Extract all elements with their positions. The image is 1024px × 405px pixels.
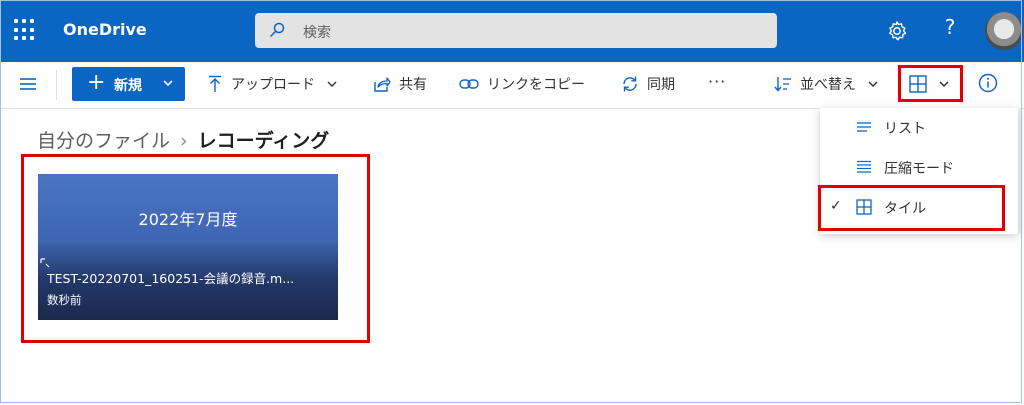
menu-item-compact[interactable]: 圧縮モード bbox=[820, 148, 1018, 186]
compact-list-icon bbox=[857, 160, 871, 173]
breadcrumb-root[interactable]: 自分のファイル bbox=[37, 130, 170, 152]
app-title[interactable]: OneDrive bbox=[63, 20, 147, 39]
new-button[interactable]: + 新規 bbox=[72, 67, 185, 101]
list-icon bbox=[857, 122, 871, 132]
sort-button[interactable]: 並べ替え bbox=[774, 74, 878, 94]
menu-item-list[interactable]: リスト bbox=[820, 108, 1018, 146]
copy-link-label: リンクをコピー bbox=[487, 77, 585, 93]
search-box[interactable]: 検索 bbox=[255, 13, 777, 48]
copy-link-button[interactable]: リンクをコピー bbox=[459, 74, 585, 94]
search-placeholder: 検索 bbox=[303, 25, 331, 41]
help-icon[interactable]: ? bbox=[938, 15, 962, 39]
sync-button[interactable]: 同期 bbox=[621, 74, 675, 94]
breadcrumb-current: レコーディング bbox=[197, 130, 330, 152]
upload-label: アップロード bbox=[231, 77, 315, 93]
breadcrumb: 自分のファイル › レコーディング bbox=[37, 126, 329, 153]
breadcrumb-separator: › bbox=[180, 130, 188, 152]
share-icon bbox=[374, 77, 391, 92]
link-icon bbox=[459, 79, 479, 89]
menu-item-label: リスト bbox=[884, 121, 926, 137]
share-button[interactable]: 共有 bbox=[373, 74, 427, 94]
tiles-icon bbox=[909, 75, 927, 93]
sort-label: 並べ替え bbox=[800, 77, 856, 93]
highlight-box bbox=[21, 154, 370, 343]
chevron-down-icon bbox=[327, 81, 337, 87]
avatar[interactable] bbox=[985, 12, 1023, 50]
suite-bar: OneDrive 検索 ? bbox=[0, 0, 1024, 62]
chevron-down-icon bbox=[868, 81, 878, 87]
upload-icon bbox=[209, 75, 221, 92]
sort-icon bbox=[774, 77, 791, 92]
highlight-box bbox=[818, 185, 1005, 231]
hamburger-icon[interactable] bbox=[18, 74, 38, 94]
search-icon bbox=[269, 22, 285, 38]
chevron-down-icon bbox=[939, 81, 949, 88]
info-icon[interactable] bbox=[978, 73, 998, 93]
view-options-button[interactable] bbox=[898, 65, 963, 102]
divider bbox=[56, 70, 57, 100]
app-launcher-icon[interactable] bbox=[14, 19, 36, 41]
share-label: 共有 bbox=[399, 77, 427, 93]
new-button-label: 新規 bbox=[114, 78, 142, 94]
sync-icon bbox=[623, 76, 637, 92]
more-button[interactable]: ··· bbox=[708, 72, 726, 91]
chevron-down-icon bbox=[163, 80, 173, 87]
plus-icon: + bbox=[87, 70, 106, 95]
gear-icon[interactable] bbox=[885, 19, 909, 43]
upload-button[interactable]: アップロード bbox=[207, 74, 337, 94]
command-bar: + 新規 アップロード 共有 リンクをコピー 同期 ··· 並べ替え bbox=[0, 62, 1024, 109]
sync-label: 同期 bbox=[647, 77, 675, 93]
menu-item-label: 圧縮モード bbox=[884, 161, 954, 177]
